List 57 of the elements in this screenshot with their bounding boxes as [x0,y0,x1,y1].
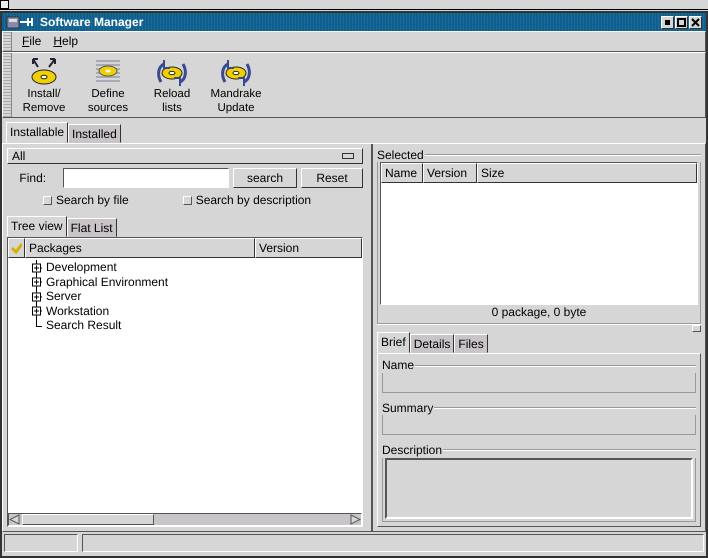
toolbar-grip[interactable] [3,53,12,117]
menu-item[interactable]: Help [47,34,84,49]
menubar-grip[interactable] [3,32,12,51]
column-header[interactable]: Name [381,163,423,184]
tree-line-icon [36,318,42,327]
reset-button[interactable]: Reset [301,168,363,188]
tab[interactable]: Installed [68,124,121,143]
checkbox-box[interactable] [43,196,52,204]
column-header[interactable]: Version [423,163,477,184]
expander-icon[interactable] [32,303,42,318]
find-field[interactable] [62,168,229,188]
menu-item[interactable]: File [16,34,48,49]
column-header[interactable]: Packages [25,238,255,258]
tree-item[interactable]: Graphical Environment [46,274,168,289]
checkbox-label[interactable]: Search by description [196,192,312,208]
group-title: Name [382,358,414,373]
tab[interactable]: Brief [377,332,410,354]
close-icon [691,18,700,26]
tab[interactable]: Installable [6,122,68,143]
window-title: Software Manager [40,14,144,30]
close-button[interactable] [689,16,702,28]
tab[interactable]: Files [454,334,488,354]
column-header[interactable]: Size [477,163,697,184]
check-column-header[interactable] [8,238,25,258]
search-button[interactable]: search [233,168,297,188]
tree-item[interactable]: Search Result [46,318,122,332]
maximize-icon [677,18,686,26]
expander-icon[interactable] [32,274,42,290]
toolbar-button[interactable]: Mandrake Update [208,53,264,117]
group-title: Selected [377,148,424,162]
tab[interactable]: Tree view [7,216,67,237]
status-text: 0 package, 0 byte [490,305,588,322]
expander-icon[interactable] [32,288,42,304]
tab[interactable]: Details [410,334,454,354]
scrollbar-thumb[interactable] [22,514,154,525]
minimize-button[interactable] [661,16,674,28]
horizontal-scrollbar[interactable] [8,513,362,526]
expander-icon[interactable] [32,260,42,275]
toolbar-button[interactable]: Reload lists [144,53,200,117]
toolbar-button[interactable]: Define sources [80,53,136,117]
pane-handle[interactable] [692,325,701,332]
tab[interactable]: Flat List [66,218,117,237]
maximize-button[interactable] [675,16,688,28]
checkbox-label[interactable]: Search by file [56,192,129,208]
find-label: Find: [18,170,48,186]
app-icon [6,14,36,30]
category-dropdown[interactable]: All [7,148,363,164]
toolbar-button[interactable]: Install/ Remove [16,53,72,117]
tree-item[interactable]: Workstation [46,304,110,318]
column-header[interactable]: Version [255,238,362,258]
minimize-icon [665,20,670,24]
group-title: Summary [382,400,434,416]
dropdown-indicator-icon [342,153,354,159]
checkbox-box[interactable] [182,196,192,204]
tree-item[interactable]: Server [46,289,82,304]
group-title: Description [382,443,442,458]
tree-item[interactable]: Development [46,260,117,274]
